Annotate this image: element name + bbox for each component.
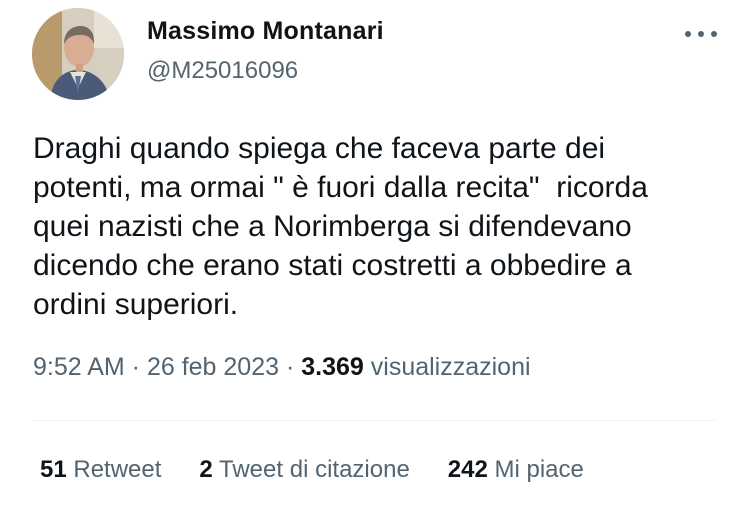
retweets-label: Retweet [66,456,162,483]
tweet-stats: 51 Retweet 2 Tweet di citazione 242 Mi p… [40,456,622,484]
more-options-button[interactable] [681,22,721,46]
divider [33,420,717,421]
meta-separator: · [124,353,147,381]
likes-count: 242 [447,456,488,483]
meta-separator: · [279,353,302,381]
likes-label: Mi piace [487,456,584,483]
author-handle[interactable]: @M25016096 [147,57,298,85]
retweets-stat[interactable]: 51 Retweet [40,456,161,484]
quotes-stat[interactable]: 2 Tweet di citazione [199,456,409,484]
avatar[interactable] [32,8,124,100]
tweet-time[interactable]: 9:52 AM [33,353,125,381]
tweet-text: Draghi quando spiega che faceva parte de… [33,132,648,321]
views-label: visualizzazioni [363,353,531,381]
views-count: 3.369 [301,353,364,381]
author-name[interactable]: Massimo Montanari [147,17,384,46]
tweet-meta: 9:52 AM · 26 feb 2023 · 3.369 visualizza… [33,353,531,382]
quotes-count: 2 [199,456,213,483]
ellipsis-icon [685,31,717,37]
profile-photo [32,8,124,100]
tweet-card: Massimo Montanari @M25016096 Draghi quan… [0,0,750,518]
tweet-date[interactable]: 26 feb 2023 [147,353,279,381]
likes-stat[interactable]: 242 Mi piace [448,456,584,484]
retweets-count: 51 [40,456,67,483]
quotes-label: Tweet di citazione [212,456,410,483]
